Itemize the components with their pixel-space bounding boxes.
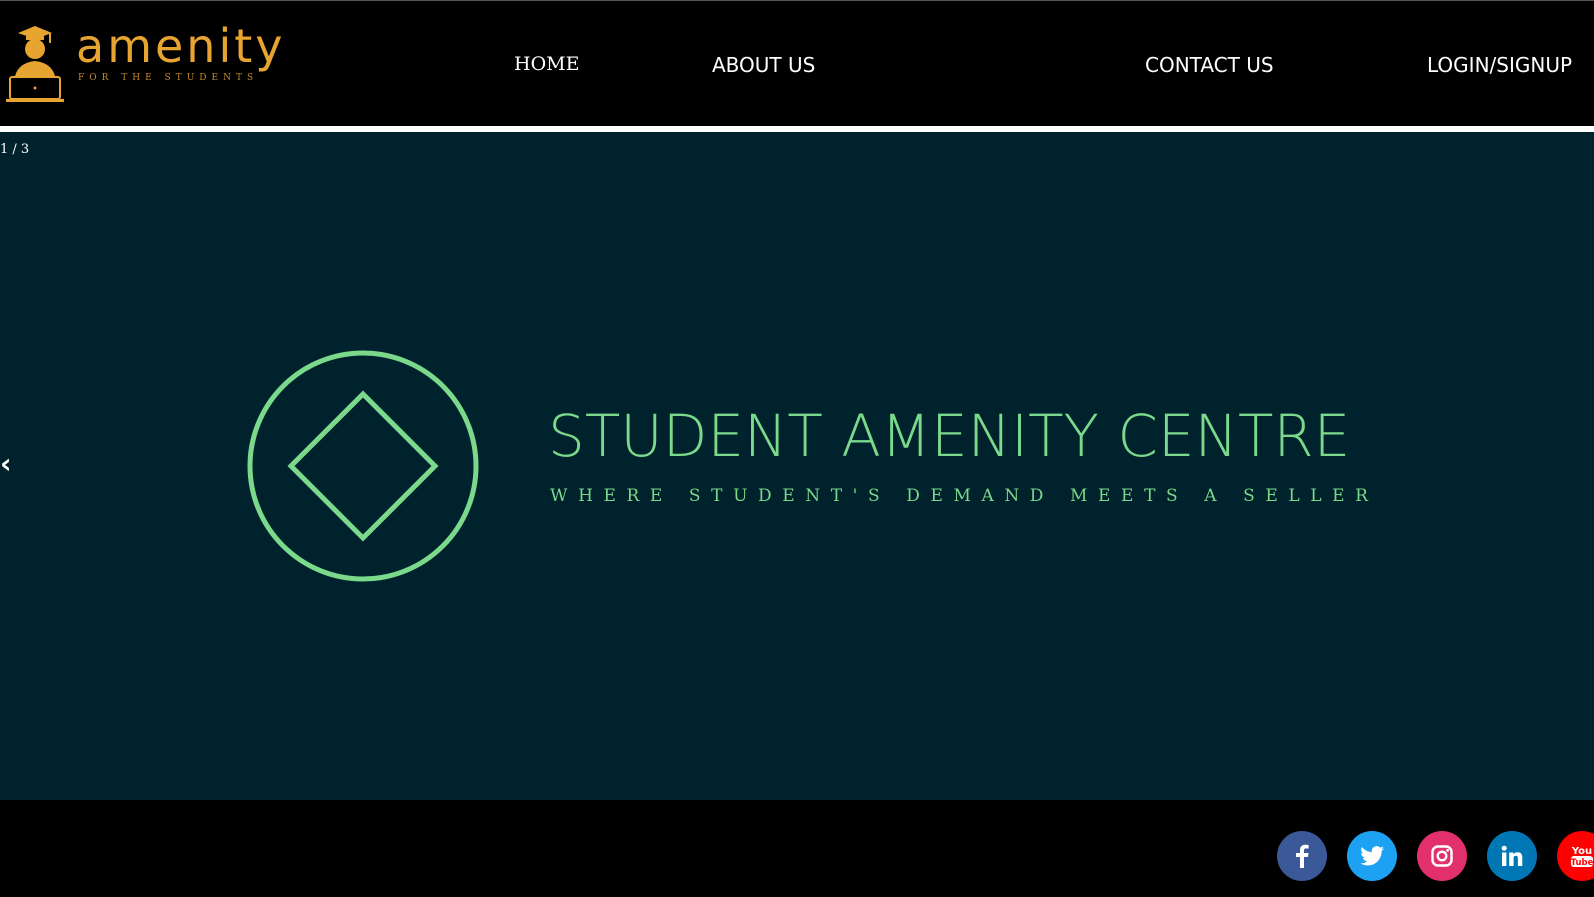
youtube-button[interactable]: You Tube [1557,831,1594,881]
slide-counter: 1 / 3 [0,142,30,157]
facebook-button[interactable] [1277,831,1327,881]
instagram-icon [1431,845,1453,867]
nav-login-signup-link[interactable]: LOGIN/SIGNUP [1427,53,1572,77]
slide-tagline: WHERE STUDENT'S DEMAND MEETS A SELLER [550,486,1379,506]
hero-slideshow: 1 / 3 ‹ STUDENT AMENITY CENTRE WHERE STU… [0,132,1594,800]
youtube-icon: You Tube [1571,846,1594,868]
nav-about-link[interactable]: ABOUT US [712,53,815,77]
graduate-laptop-icon [6,26,64,102]
instagram-button[interactable] [1417,831,1467,881]
site-logo[interactable]: amenity FOR THE STUDENTS [4,21,294,105]
site-footer: You Tube [0,800,1594,897]
linkedin-button[interactable] [1487,831,1537,881]
twitter-icon [1360,846,1384,866]
prev-slide-arrow[interactable]: ‹ [0,450,12,478]
svg-text:Tube: Tube [1571,858,1594,868]
svg-text:You: You [1571,846,1592,857]
logo-wordmark: amenity [76,19,286,73]
facebook-icon [1296,844,1309,868]
twitter-button[interactable] [1347,831,1397,881]
slide-title: STUDENT AMENITY CENTRE [548,402,1351,470]
diamond-circle-emblem-icon [247,350,479,582]
site-header: amenity FOR THE STUDENTS HOME ABOUT US C… [0,0,1594,126]
logo-tagline: FOR THE STUDENTS [78,73,259,83]
nav-contact-link[interactable]: CONTACT US [1145,53,1274,77]
nav-home-link[interactable]: HOME [514,53,579,75]
linkedin-icon [1501,845,1523,866]
